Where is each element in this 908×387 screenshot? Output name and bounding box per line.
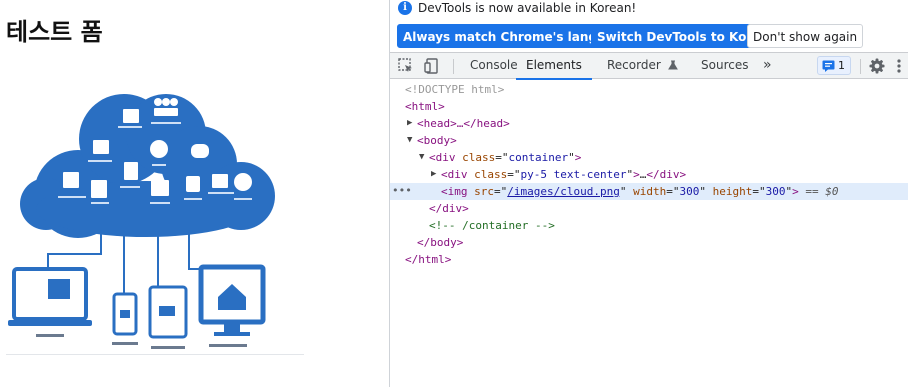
- collapse-arrow-icon[interactable]: ▼: [419, 149, 424, 166]
- inspect-element-icon[interactable]: [397, 57, 415, 75]
- cloud-computing-image: [6, 94, 304, 355]
- settings-gear-icon[interactable]: [868, 57, 886, 75]
- tab-sources[interactable]: Sources: [701, 53, 748, 79]
- language-infobar: i DevTools is now available in Korean! A…: [390, 0, 908, 52]
- page-title: 테스트 폼: [6, 18, 103, 46]
- page-viewport: 테스트 폼: [0, 0, 389, 387]
- infobar-message: DevTools is now available in Korean!: [418, 1, 637, 15]
- expand-arrow-icon[interactable]: ▶: [431, 166, 436, 183]
- dom-node-div-close[interactable]: </div>: [390, 200, 908, 217]
- collapse-arrow-icon[interactable]: ▼: [407, 132, 412, 149]
- selected-node-marker: == $0: [805, 185, 839, 198]
- dom-node-html[interactable]: <html>: [390, 98, 908, 115]
- dom-node-body-close[interactable]: </body>: [390, 234, 908, 251]
- dom-node-img-selected[interactable]: ••• <img src="/images/cloud.png" width="…: [390, 183, 908, 200]
- tab-console[interactable]: Console: [470, 53, 518, 79]
- more-tabs-button[interactable]: »: [763, 53, 772, 79]
- expand-arrow-icon[interactable]: ▶: [407, 115, 412, 132]
- devtools-tabbar: Console Elements Recorder Sources » 1: [390, 52, 908, 80]
- dom-node-head[interactable]: ▶ <head>…</head>: [390, 115, 908, 132]
- toolbar-separator: [860, 59, 861, 74]
- tab-elements[interactable]: Elements: [516, 53, 592, 80]
- issues-counter-button[interactable]: 1: [817, 56, 851, 75]
- dom-node-div-py5[interactable]: ▶ <div class="py-5 text-center">…</div>: [390, 166, 908, 183]
- img-src-link[interactable]: /images/cloud.png: [507, 185, 620, 198]
- issues-count: 1: [838, 59, 845, 72]
- message-icon: [822, 60, 835, 72]
- device-toolbar-icon[interactable]: [423, 57, 441, 75]
- dom-node-html-close[interactable]: </html>: [390, 251, 908, 268]
- dom-node-comment[interactable]: <!-- /container -->: [390, 217, 908, 234]
- dom-node-body[interactable]: ▼ <body>: [390, 132, 908, 149]
- toolbar-separator: [453, 59, 454, 74]
- tab-recorder[interactable]: Recorder: [607, 53, 678, 79]
- devtools-panel: i DevTools is now available in Korean! A…: [390, 0, 908, 387]
- experiment-flask-icon: [667, 60, 678, 70]
- dom-node-doctype[interactable]: <!DOCTYPE html>: [390, 81, 908, 98]
- node-actions-dots[interactable]: •••: [392, 183, 412, 198]
- dom-node-div-container[interactable]: ▼ <div class="container">: [390, 149, 908, 166]
- more-options-icon[interactable]: [892, 57, 906, 75]
- info-icon: i: [398, 1, 412, 15]
- elements-dom-tree: <!DOCTYPE html> <html> ▶ <head>…</head> …: [390, 79, 908, 387]
- dont-show-again-button[interactable]: Don't show again: [747, 24, 864, 48]
